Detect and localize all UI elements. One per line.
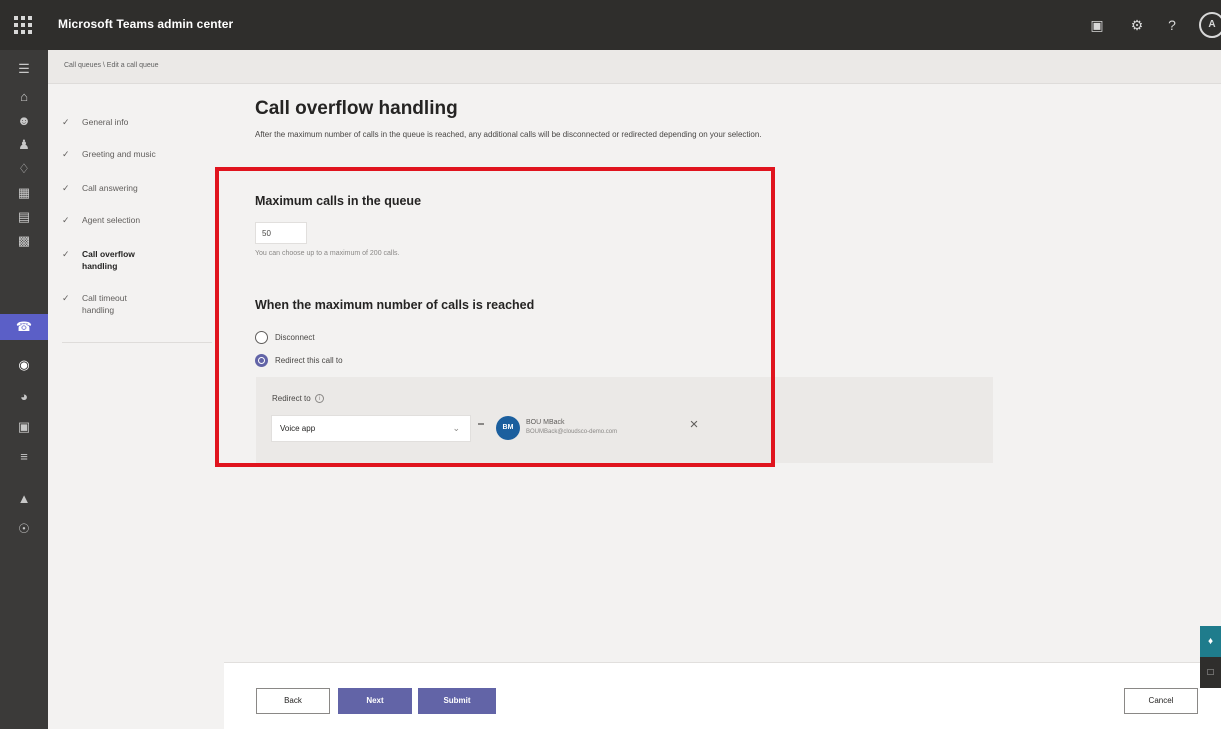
step-general-info[interactable]: ✓ General info	[62, 116, 212, 128]
step-label: General info	[82, 117, 129, 127]
locations-icon[interactable]: ▦	[0, 180, 48, 206]
checkmark-icon: ✓	[62, 215, 70, 225]
teams-icon[interactable]: ☻	[0, 108, 48, 134]
redirect-to-text: Redirect to	[272, 394, 311, 403]
help-icon[interactable]: ?	[1160, 13, 1184, 37]
checkmark-icon: ✓	[62, 183, 70, 193]
app-title: Microsoft Teams admin center	[58, 17, 234, 31]
step-label-line: Call overflow	[82, 249, 135, 259]
home-icon[interactable]: ⌂	[0, 84, 48, 110]
chevron-down-icon: ⌄	[452, 423, 460, 433]
radio-button[interactable]	[255, 354, 268, 367]
info-icon[interactable]: i	[314, 394, 324, 404]
page-description: After the maximum number of calls in the…	[255, 130, 762, 139]
devices-icon[interactable]: ♢	[0, 156, 48, 182]
teams-admin-window: Microsoft Teams admin center ▣ ⚙ ? A ☰ ⌂…	[0, 0, 1221, 729]
step-label-line: Call timeout	[82, 293, 127, 303]
reports-icon[interactable]: ▲	[0, 486, 48, 512]
target-name: BOU MBack	[526, 419, 565, 426]
checkmark-icon: ✓	[62, 149, 70, 159]
gear-icon[interactable]: ⚙	[1125, 13, 1149, 37]
next-button[interactable]: Next	[338, 688, 412, 714]
menu-icon[interactable]: ☰	[0, 56, 48, 82]
redirect-panel: Redirect to i Voice app ⌄ BM BOU MBack B…	[256, 377, 993, 463]
separator-dash	[478, 423, 484, 425]
checkmark-icon: ✓	[62, 249, 70, 259]
radio-label: Disconnect	[275, 333, 315, 342]
step-call-timeout-handling[interactable]: ✓ Call timeout handling	[62, 292, 212, 316]
step-label: Call timeout handling	[82, 292, 127, 316]
step-call-overflow-handling[interactable]: ✓ Call overflow handling	[62, 248, 212, 272]
step-label: Call overflow handling	[82, 248, 135, 272]
wizard-stepper: ✓ General info ✓ Greeting and music ✓ Ca…	[48, 84, 224, 729]
back-button[interactable]: Back	[256, 688, 330, 714]
step-label-line: handling	[82, 305, 115, 315]
stepper-divider	[62, 342, 212, 343]
radio-disconnect[interactable]: Disconnect	[255, 331, 315, 344]
step-label-line: handling	[82, 261, 118, 271]
users-icon[interactable]: ♟	[0, 132, 48, 158]
cancel-button[interactable]: Cancel	[1124, 688, 1198, 714]
checkmark-icon: ✓	[62, 117, 70, 127]
planning-icon[interactable]: ▣	[0, 414, 48, 440]
close-icon[interactable]: ×	[686, 417, 702, 433]
when-reached-heading: When the maximum number of calls is reac…	[255, 298, 535, 312]
dropdown-value: Voice app	[280, 424, 316, 433]
step-label: Greeting and music	[82, 149, 156, 159]
step-label: Agent selection	[82, 215, 141, 225]
messaging-icon[interactable]: ▩	[0, 228, 48, 254]
apps-icon[interactable]: ◉	[0, 352, 48, 378]
notifications-icon[interactable]: ☉	[0, 516, 48, 542]
avatar: BM	[496, 416, 520, 440]
lightbulb-icon[interactable]: ♦	[1200, 626, 1221, 657]
breadcrumb-bar: Call queues \ Edit a call queue	[48, 50, 1221, 84]
screen-icon[interactable]: ▣	[1085, 13, 1109, 37]
radio-label: Redirect this call to	[275, 356, 343, 365]
redirect-to-label: Redirect to i	[272, 394, 324, 404]
meetings-icon[interactable]: ▤	[0, 204, 48, 230]
avatar[interactable]: A	[1199, 12, 1221, 38]
voice-icon[interactable]: ☎	[0, 314, 48, 340]
breadcrumb[interactable]: Call queues \ Edit a call queue	[64, 62, 159, 69]
max-calls-input[interactable]	[255, 222, 307, 244]
submit-button[interactable]: Submit	[418, 688, 496, 714]
top-bar: Microsoft Teams admin center ▣ ⚙ ? A	[0, 0, 1221, 50]
radio-redirect[interactable]: Redirect this call to	[255, 354, 343, 367]
analytics-icon[interactable]: ≡	[0, 444, 48, 470]
policy-packages-icon[interactable]: ◕	[0, 384, 48, 410]
step-greeting-and-music[interactable]: ✓ Greeting and music	[62, 148, 212, 160]
step-label: Call answering	[82, 183, 138, 193]
step-agent-selection[interactable]: ✓ Agent selection	[62, 214, 212, 226]
checkmark-icon: ✓	[62, 293, 70, 303]
target-email: BOUMBack@cloudsco-demo.com	[526, 429, 618, 435]
max-calls-hint: You can choose up to a maximum of 200 ca…	[255, 250, 400, 257]
step-call-answering[interactable]: ✓ Call answering	[62, 182, 212, 194]
page-title: Call overflow handling	[255, 98, 458, 119]
max-calls-heading: Maximum calls in the queue	[255, 194, 422, 208]
chat-icon[interactable]: □	[1200, 657, 1221, 688]
radio-button[interactable]	[255, 331, 268, 344]
redirect-type-dropdown[interactable]: Voice app ⌄	[271, 415, 471, 442]
floating-actions: ♦ □	[1200, 626, 1221, 688]
app-launcher-icon[interactable]	[12, 14, 34, 36]
left-rail: ☰ ⌂ ☻ ♟ ♢ ▦ ▤ ▩ ☎ ◉ ◕ ▣ ≡ ▲ ☉	[0, 50, 48, 729]
